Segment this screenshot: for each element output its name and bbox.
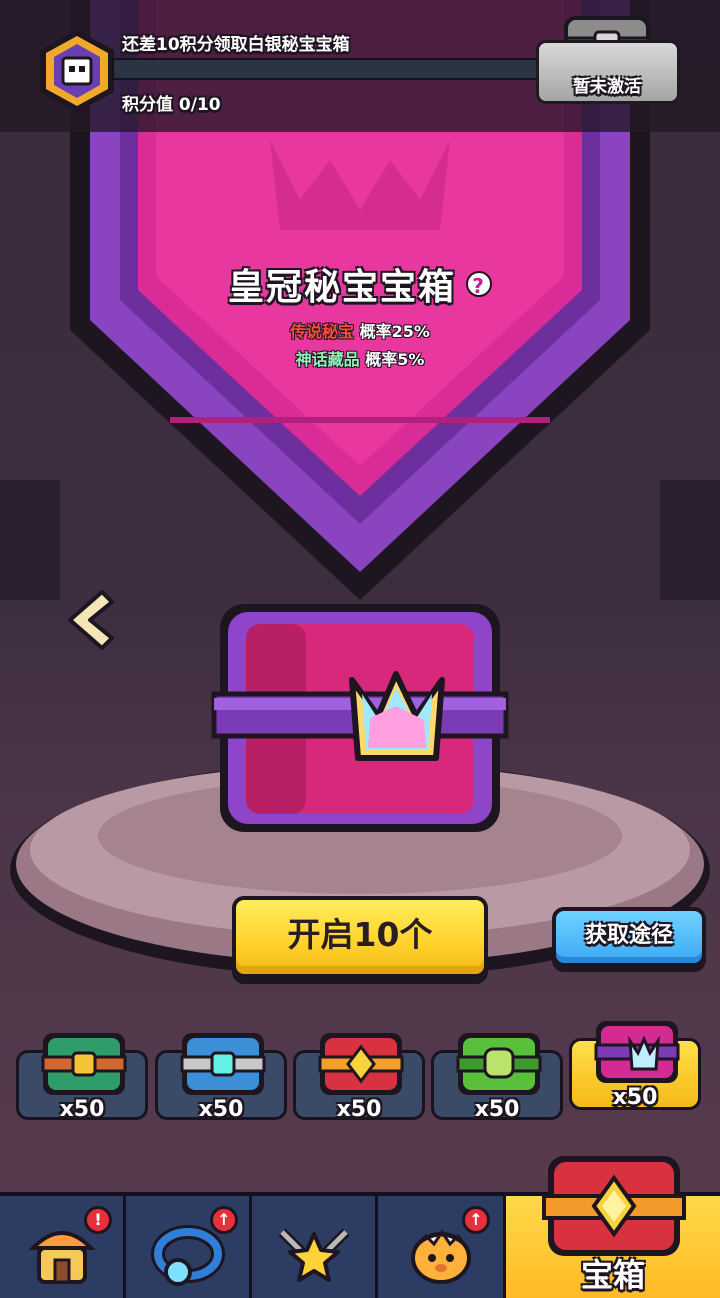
- open-ten-label: 开启10个: [287, 915, 433, 954]
- nav-alert-badge: !: [84, 1206, 112, 1234]
- chest-slot-red[interactable]: x50: [293, 1033, 425, 1122]
- nav-upgrade-badge: ↑: [210, 1206, 238, 1234]
- chest-slot-crown[interactable]: x50: [569, 1021, 701, 1110]
- rate-line-legend: 传说秘宝 概率25%: [0, 318, 720, 342]
- rate-value: 概率5%: [365, 350, 425, 369]
- silver-chest-inactive-button[interactable]: 暂未激活: [532, 10, 682, 104]
- crown-chest-icon[interactable]: [210, 598, 510, 838]
- progress-title: 还差10积分领取白银秘宝宝箱: [122, 35, 350, 55]
- previous-chest-arrow-icon[interactable]: [62, 588, 116, 652]
- chest-title: 皇冠秘宝宝箱: [227, 267, 456, 308]
- open-ten-button[interactable]: 开启10个: [232, 896, 488, 978]
- slot-count: x50: [59, 1097, 105, 1122]
- nav-pet[interactable]: ↑: [378, 1196, 506, 1298]
- inactive-label: 暂未激活: [573, 77, 641, 97]
- points-label: 积分值 0/10: [122, 95, 221, 115]
- chest-icon: [542, 1156, 686, 1256]
- get-source-button[interactable]: 获取途径: [552, 907, 706, 967]
- chest-slot-lime[interactable]: x50: [431, 1033, 563, 1122]
- slot-count: x50: [198, 1097, 244, 1122]
- green-chest-icon: [41, 1033, 127, 1095]
- chest-selector: x50 x50 x50 x50 x50: [0, 1020, 720, 1140]
- nav-skills[interactable]: [252, 1196, 378, 1298]
- blue-chest-icon: [180, 1033, 266, 1095]
- nav-upgrade-badge: ↑: [462, 1206, 490, 1234]
- points-progress-bar: [112, 58, 540, 80]
- slot-count: x50: [336, 1097, 382, 1122]
- rate-value: 概率25%: [359, 322, 430, 341]
- rate-line-myth: 神话藏品 概率5%: [0, 346, 720, 370]
- lime-chest-icon: [456, 1033, 542, 1095]
- slot-count: x50: [474, 1097, 520, 1122]
- nav-ring[interactable]: ↑: [126, 1196, 252, 1298]
- red-chest-icon: [318, 1033, 404, 1095]
- slot-count: x50: [612, 1085, 658, 1110]
- help-icon[interactable]: ?: [466, 271, 492, 298]
- star-weapons-icon: [277, 1228, 350, 1282]
- chest-slot-green[interactable]: x50: [16, 1033, 148, 1122]
- chest-title-row: 皇冠秘宝宝箱?: [0, 258, 720, 310]
- rate-name: 传说秘宝: [290, 322, 355, 341]
- rate-name: 神话藏品: [295, 350, 360, 369]
- get-source-label: 获取途径: [584, 923, 673, 948]
- background-pillar: [0, 480, 60, 600]
- rank-badge-icon: [40, 30, 114, 112]
- chest-slot-blue[interactable]: x50: [155, 1033, 287, 1122]
- crown-chest-icon: [594, 1021, 680, 1083]
- nav-shop[interactable]: !: [0, 1196, 126, 1298]
- background-pillar: [660, 480, 720, 600]
